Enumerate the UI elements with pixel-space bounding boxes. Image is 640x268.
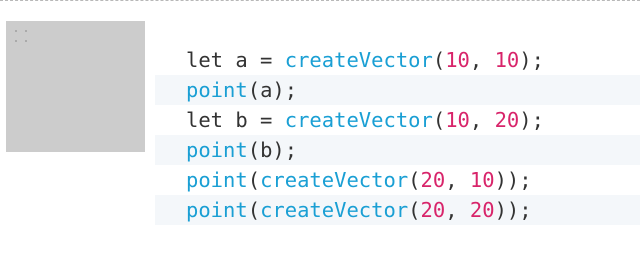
sketch-preview-canvas [6,21,145,152]
number: 10 [494,48,520,72]
argument: a [260,78,273,102]
paren-close: ); [272,78,298,102]
comma: , [469,48,495,72]
paren-close: ); [519,48,544,72]
point-d [25,40,27,42]
keyword-let: let [186,48,236,72]
point-c [25,30,27,32]
code-example-panel: let a = createVector(10, 10); point(a); … [0,0,640,268]
operator: = [247,108,285,132]
paren: ( [247,198,261,222]
number: 20 [494,108,520,132]
number: 10 [445,48,470,72]
function-name: point [186,198,248,222]
comma: , [445,198,470,222]
point-a [15,30,17,32]
number: 20 [469,198,495,222]
paren: ( [247,168,261,192]
variable: a [235,48,248,72]
paren-close: )); [494,198,532,222]
point-b [15,40,17,42]
number: 20 [420,198,446,222]
function-name: point [186,138,248,162]
code-line-6: point(createVector(20, 20)); [155,195,640,225]
code-line-5: point(createVector(20, 10)); [155,165,640,195]
comma: , [445,168,470,192]
function-name: createVector [284,108,433,132]
function-name: createVector [260,198,409,222]
paren-close: ); [519,108,544,132]
paren: ( [432,48,446,72]
argument: b [260,138,273,162]
top-divider [0,0,640,1]
number: 10 [469,168,495,192]
comma: , [469,108,495,132]
function-name: createVector [260,168,409,192]
code-line-2: point(a); [155,75,640,105]
paren: ( [408,198,421,222]
code-line-1: let a = createVector(10, 10); [155,45,640,75]
operator: = [247,48,285,72]
keyword-let: let [186,108,236,132]
code-block: let a = createVector(10, 10); point(a); … [155,45,640,225]
paren: ( [247,138,261,162]
code-line-3: let b = createVector(10, 20); [155,105,640,135]
number: 10 [445,108,470,132]
number: 20 [420,168,446,192]
paren: ( [408,168,421,192]
function-name: createVector [284,48,433,72]
paren: ( [247,78,261,102]
paren-close: )); [494,168,532,192]
function-name: point [186,168,248,192]
code-line-4: point(b); [155,135,640,165]
variable: b [235,108,248,132]
paren-close: ); [272,138,298,162]
function-name: point [186,78,248,102]
paren: ( [432,108,446,132]
